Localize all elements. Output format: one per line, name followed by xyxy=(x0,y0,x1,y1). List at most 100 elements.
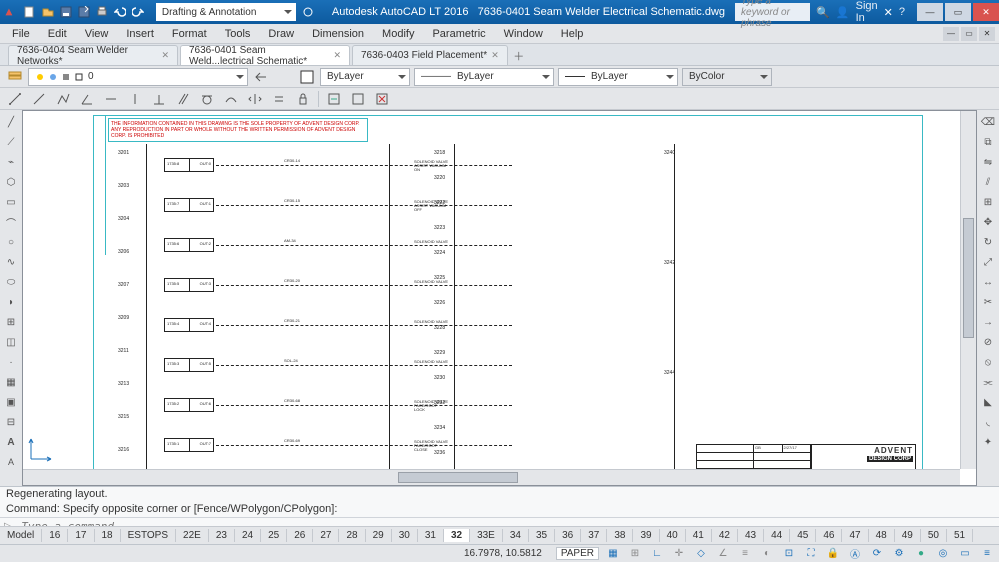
new-tab-button[interactable]: ＋ xyxy=(510,47,528,65)
workspace-dropdown[interactable]: Drafting & Annotation xyxy=(156,3,296,21)
file-tab[interactable]: 7636-0401 Seam Weld...lectrical Schemati… xyxy=(180,45,350,65)
file-tab[interactable]: 7636-0403 Field Placement*✕ xyxy=(352,45,508,65)
layout-tab[interactable]: 31 xyxy=(418,529,444,542)
menu-insert[interactable]: Insert xyxy=(118,26,162,42)
maximize-button[interactable]: ▭ xyxy=(945,3,971,21)
transparency-icon[interactable]: ◐ xyxy=(759,547,775,561)
line-icon[interactable] xyxy=(30,90,48,108)
symmetric-icon[interactable] xyxy=(246,90,264,108)
layout-tab[interactable]: 37 xyxy=(581,529,607,542)
otrack-icon[interactable]: ∠ xyxy=(715,547,731,561)
app-logo[interactable] xyxy=(4,2,14,22)
menu-dimension[interactable]: Dimension xyxy=(304,26,372,42)
drawing-canvas[interactable]: THE INFORMATION CONTAINED IN THIS DRAWIN… xyxy=(22,110,977,486)
layer-properties-icon[interactable] xyxy=(6,68,24,86)
no-constraint-icon[interactable] xyxy=(6,90,24,108)
layout-tab[interactable]: 30 xyxy=(392,529,418,542)
mtext2-tool-icon[interactable]: A xyxy=(3,454,19,470)
layout-tab[interactable]: 17 xyxy=(68,529,94,542)
layout-tab[interactable]: 32 xyxy=(444,529,470,542)
polyline-tool-icon[interactable]: ⌁ xyxy=(3,154,19,170)
angle-icon[interactable] xyxy=(78,90,96,108)
layout-tab[interactable]: 26 xyxy=(287,529,313,542)
layout-tab[interactable]: 51 xyxy=(947,529,973,542)
layout-tab[interactable]: ESTOPS xyxy=(121,529,176,542)
qp-icon[interactable]: ⊡ xyxy=(781,547,797,561)
layout-tab[interactable]: 22E xyxy=(176,529,209,542)
close-button[interactable]: ✕ xyxy=(973,3,999,21)
polygon-tool-icon[interactable]: ⬡ xyxy=(3,174,19,190)
make-block-icon[interactable]: ◫ xyxy=(3,334,19,350)
layout-tab[interactable]: 39 xyxy=(633,529,659,542)
stretch-icon[interactable]: ↔ xyxy=(980,274,996,290)
rectangle-tool-icon[interactable]: ▭ xyxy=(3,194,19,210)
osnap-icon[interactable]: ◇ xyxy=(693,547,709,561)
line-tool-icon[interactable]: ╱ xyxy=(3,114,19,130)
layout-tab[interactable]: 44 xyxy=(764,529,790,542)
exchange-icon[interactable]: ✕ xyxy=(884,6,893,19)
minimize-button[interactable]: — xyxy=(917,3,943,21)
polyline-icon[interactable] xyxy=(54,90,72,108)
menu-edit[interactable]: Edit xyxy=(40,26,75,42)
scroll-thumb[interactable] xyxy=(963,218,974,338)
layout-tab[interactable]: 50 xyxy=(921,529,947,542)
menu-window[interactable]: Window xyxy=(496,26,551,42)
layout-tab[interactable]: 46 xyxy=(816,529,842,542)
ortho-icon[interactable]: ∟ xyxy=(649,547,665,561)
file-tab[interactable]: 7636-0404 Seam Welder Networks*✕ xyxy=(8,45,178,65)
grid-icon[interactable]: ▦ xyxy=(605,547,621,561)
parallel-icon[interactable] xyxy=(174,90,192,108)
equal-icon[interactable] xyxy=(270,90,288,108)
close-icon[interactable]: ✕ xyxy=(333,50,341,61)
annovisible-icon[interactable]: Ⓐ xyxy=(847,547,863,561)
sc-icon[interactable]: ⛶ xyxy=(803,547,819,561)
workspace-settings-icon[interactable] xyxy=(302,6,314,18)
layout-tab[interactable]: 28 xyxy=(339,529,365,542)
menu-format[interactable]: Format xyxy=(164,26,215,42)
customize-icon[interactable]: ≡ xyxy=(979,547,995,561)
point-tool-icon[interactable]: · xyxy=(3,354,19,370)
array-icon[interactable]: ⊞ xyxy=(980,194,996,210)
print-icon[interactable] xyxy=(94,4,110,20)
close-icon[interactable]: ✕ xyxy=(491,50,499,61)
tangent-icon[interactable] xyxy=(198,90,216,108)
plotstyle-dropdown[interactable]: ByColor xyxy=(682,68,772,86)
spline-tool-icon[interactable]: ∿ xyxy=(3,254,19,270)
layout-tab[interactable]: 45 xyxy=(790,529,816,542)
space-mode[interactable]: PAPER xyxy=(556,547,599,560)
offset-icon[interactable]: ⫽ xyxy=(980,174,996,190)
snap-icon[interactable]: ⊞ xyxy=(627,547,643,561)
layout-tab[interactable]: 16 xyxy=(42,529,68,542)
horiz-icon[interactable] xyxy=(102,90,120,108)
layout-tab[interactable]: 49 xyxy=(895,529,921,542)
erase-icon[interactable]: ⌫ xyxy=(980,114,996,130)
xline-tool-icon[interactable]: ⟋ xyxy=(3,134,19,150)
layout-tab[interactable]: 33E xyxy=(470,529,503,542)
color-icon[interactable] xyxy=(298,68,316,86)
layout-tab[interactable]: Model xyxy=(0,529,42,542)
coordinates-readout[interactable]: 16.7978, 10.5812 xyxy=(456,548,550,559)
help-search[interactable]: Type a keyword or phrase xyxy=(735,3,810,21)
workspace-icon[interactable]: ⚙ xyxy=(891,547,907,561)
lineweight-dropdown[interactable]: ByLayer xyxy=(558,68,678,86)
show-constraints-icon[interactable] xyxy=(325,90,343,108)
annoauto-icon[interactable]: ⟳ xyxy=(869,547,885,561)
close-icon[interactable]: ✕ xyxy=(161,50,169,61)
layout-tab[interactable]: 36 xyxy=(555,529,581,542)
menu-help[interactable]: Help xyxy=(553,26,592,42)
layer-prev-icon[interactable] xyxy=(252,68,270,86)
color-dropdown[interactable]: ByLayer xyxy=(320,68,410,86)
chamfer-icon[interactable]: ◣ xyxy=(980,394,996,410)
help-icon[interactable]: ? xyxy=(899,6,905,18)
layout-tab[interactable]: 42 xyxy=(712,529,738,542)
signin-icon[interactable]: 👤 xyxy=(836,6,850,19)
join-icon[interactable]: ⫘ xyxy=(980,374,996,390)
fillet-icon[interactable]: ◟ xyxy=(980,414,996,430)
move-icon[interactable]: ✥ xyxy=(980,214,996,230)
search-icon[interactable]: 🔍 xyxy=(816,6,830,19)
layout-tab[interactable]: 24 xyxy=(235,529,261,542)
layout-tab[interactable]: 25 xyxy=(261,529,287,542)
vertical-scrollbar[interactable] xyxy=(960,111,976,469)
layout-tab[interactable]: 47 xyxy=(842,529,868,542)
menu-tools[interactable]: Tools xyxy=(217,26,259,42)
